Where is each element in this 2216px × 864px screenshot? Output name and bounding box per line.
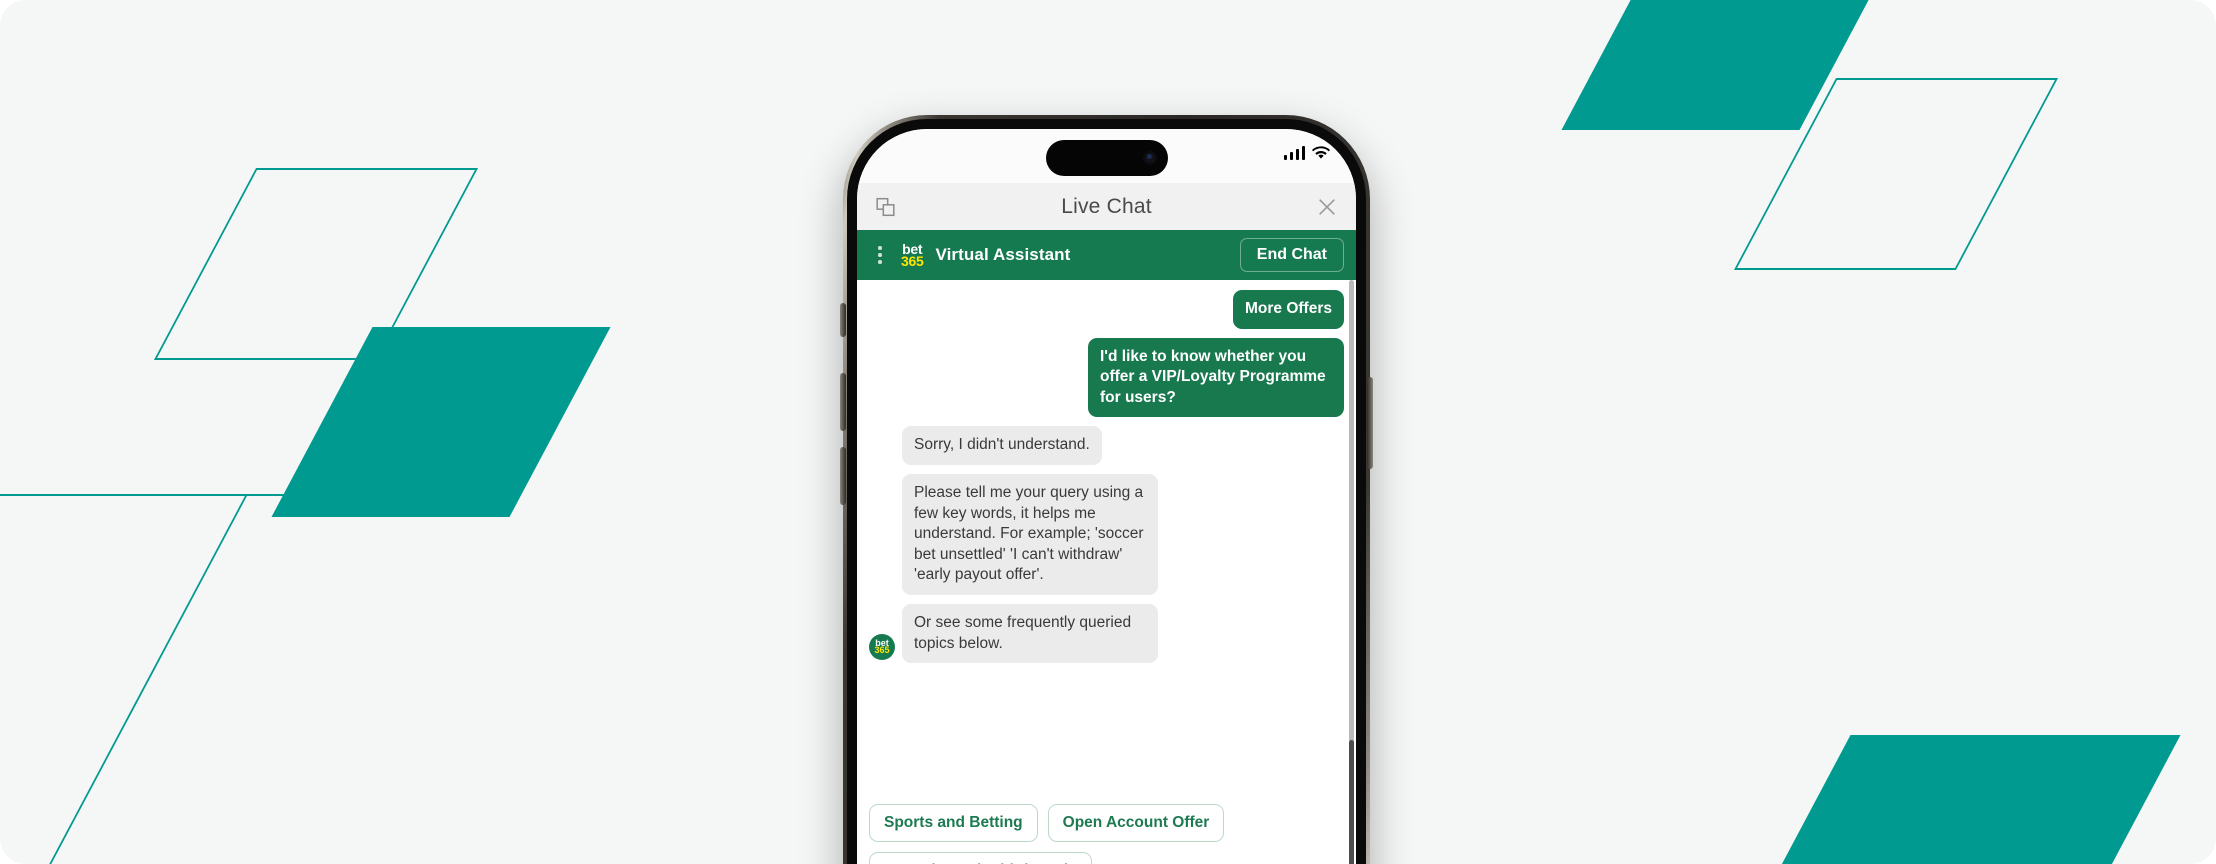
assistant-name: Virtual Assistant [935,245,1071,264]
message-row: More Offers [869,290,1344,329]
qr-sports-betting[interactable]: Sports and Betting [869,804,1038,842]
user-message-bubble: I'd like to know whether you offer a VIP… [1088,337,1344,418]
bot-message-bubble: Or see some frequently queried topics be… [902,604,1158,664]
virtual-assistant-header: bet 365 Virtual Assistant End Chat [857,230,1356,280]
screenshot-root: Live Chat bet 365 Virtual Assistant End … [0,0,2216,864]
chat-panel: More Offers I'd like to know whether you … [857,280,1356,864]
decorative-parallelogram-solid-bottom-right [1749,735,2181,864]
quick-reply-list: Sports and BettingOpen Account Offer Depo… [857,800,1356,864]
message-row: Sorry, I didn't understand. [869,426,1344,466]
message-list: More Offers I'd like to know whether you … [857,280,1356,800]
message-row: bet 365 Or see some frequently queried top… [869,604,1344,664]
scrollbar-thumb[interactable] [1349,740,1354,864]
action-button[interactable] [840,303,846,337]
bet365-logo-bottom: 365 [901,253,924,269]
decorative-line-horizontal-left [0,494,405,496]
qr-open-account-offer[interactable]: Open Account Offer [1047,804,1225,842]
dynamic-island [1045,140,1168,176]
front-camera-icon [1142,151,1157,165]
ios-status-bar [857,129,1356,183]
avatar: bet 365 [869,634,895,661]
qr-deposits-withdrawals[interactable]: Deposits and Withdrawals [869,851,1092,864]
kebab-menu-icon[interactable] [871,246,889,264]
bot-message-bubble: Sorry, I didn't understand. [902,426,1102,466]
close-icon[interactable] [1316,196,1338,218]
message-row: I'd like to know whether you offer a VIP… [869,337,1344,418]
signal-bars-icon [1283,146,1305,160]
volume-down-button[interactable] [840,447,846,505]
chat-scrollbar[interactable] [1349,280,1354,864]
live-chat-titlebar: Live Chat [857,183,1356,230]
volume-up-button[interactable] [840,373,846,431]
message-row: Please tell me your query using a few ke… [869,474,1344,596]
minimize-window-icon[interactable] [875,196,896,217]
power-button[interactable] [1367,377,1373,469]
avatar-logo-bottom: 365 [874,645,890,656]
wifi-icon [1312,146,1330,159]
bot-message-bubble: Please tell me your query using a few ke… [902,474,1158,596]
phone-screen: Live Chat bet 365 Virtual Assistant End … [857,129,1356,864]
end-chat-button[interactable]: End Chat [1239,238,1344,272]
status-bar-indicators [1283,146,1330,160]
decorative-line-diagonal-left [49,494,248,864]
bet365-logo: bet 365 [901,242,924,269]
page-title: Live Chat [1061,194,1152,218]
phone-mockup: Live Chat bet 365 Virtual Assistant End … [840,115,1373,864]
user-message-bubble: More Offers [1233,290,1344,329]
